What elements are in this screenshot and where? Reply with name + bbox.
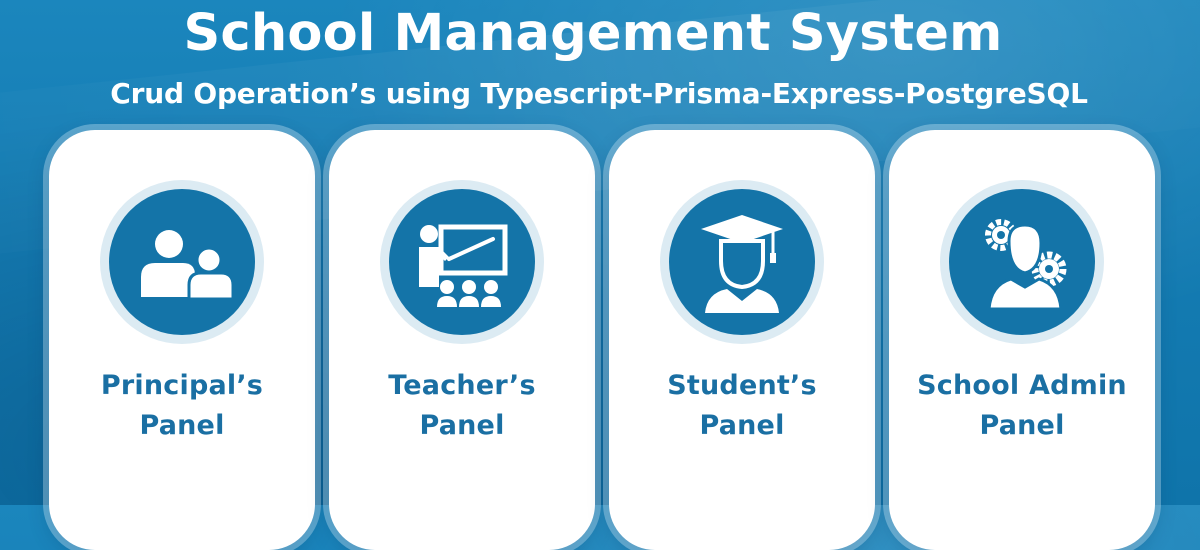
- teacher-board-icon: [389, 189, 535, 335]
- principal-panel-label-line2: Panel: [139, 410, 225, 441]
- teacher-icon-ring: [380, 180, 544, 344]
- principal-icon-ring: [100, 180, 264, 344]
- student-panel-label-line1: Student’s: [667, 370, 817, 401]
- principal-panel-card[interactable]: Principal’s Panel: [49, 130, 315, 550]
- student-panel-label-line2: Panel: [699, 410, 785, 441]
- student-graduate-icon: [669, 189, 815, 335]
- principal-panel-label: Principal’s Panel: [49, 366, 315, 446]
- student-panel-card[interactable]: Student’s Panel: [609, 130, 875, 550]
- school-admin-panel-label: School Admin Panel: [889, 366, 1155, 446]
- school-admin-panel-label-line1: School Admin: [917, 370, 1127, 401]
- student-panel-label: Student’s Panel: [609, 366, 875, 446]
- page-subtitle: Crud Operation’s using Typescript-Prisma…: [110, 77, 1088, 110]
- admin-icon-ring: [940, 180, 1104, 344]
- teacher-panel-label-line2: Panel: [419, 410, 505, 441]
- admin-gears-icon: [949, 189, 1095, 335]
- school-admin-panel-card[interactable]: School Admin Panel: [889, 130, 1155, 550]
- teacher-panel-label-line1: Teacher’s: [388, 370, 536, 401]
- page-title: School Management System: [183, 4, 1003, 63]
- student-icon-ring: [660, 180, 824, 344]
- principal-panel-label-line1: Principal’s: [100, 370, 264, 401]
- principal-people-icon: [109, 189, 255, 335]
- school-admin-panel-label-line2: Panel: [979, 410, 1065, 441]
- teacher-panel-label: Teacher’s Panel: [329, 366, 595, 446]
- teacher-panel-card[interactable]: Teacher’s Panel: [329, 130, 595, 550]
